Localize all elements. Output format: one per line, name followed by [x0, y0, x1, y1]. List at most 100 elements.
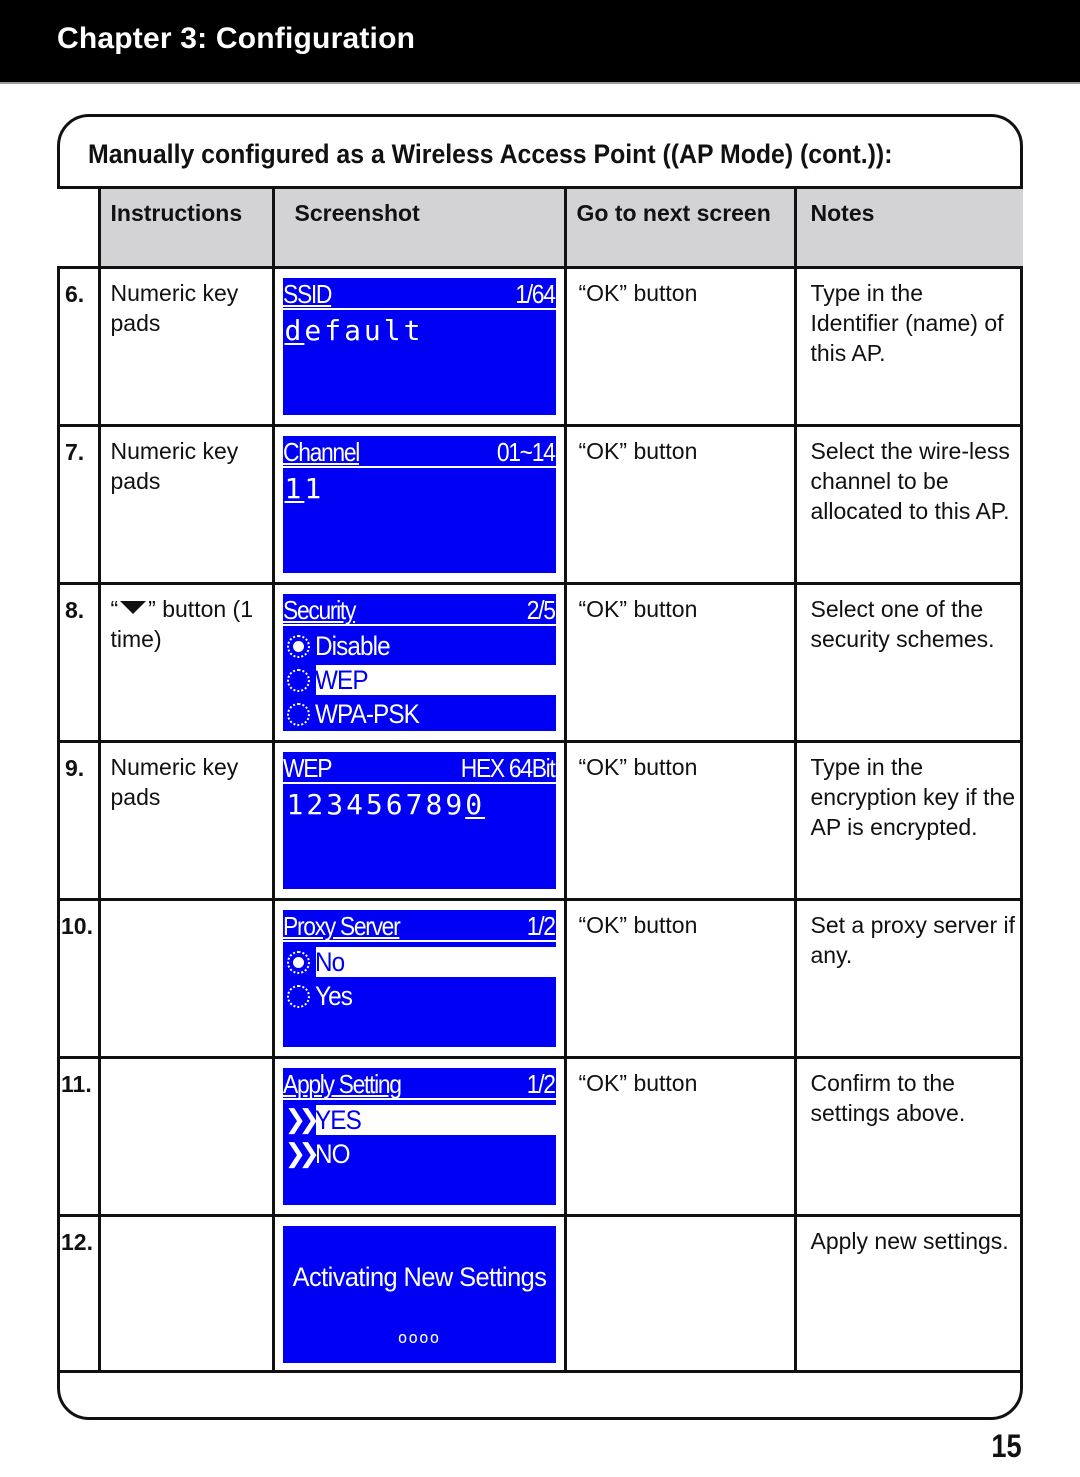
step-screenshot: SSID 1/64 default — [271, 266, 567, 427]
section-title: Manually configured as a Wireless Access… — [88, 139, 893, 169]
lcd-option-label: No — [314, 947, 345, 977]
table-header-row: Instructions Screenshot Go to next scree… — [57, 186, 1023, 269]
column-header-screenshot: Screenshot — [271, 186, 567, 269]
lcd-screen-wep: WEP HEX 64Bit 1234567890 — [282, 752, 556, 889]
column-header-notes: Notes — [793, 186, 1023, 269]
table-row: 7. Numeric key pads Channel 01~14 11 “OK… — [57, 424, 1023, 585]
steps-table: Instructions Screenshot Go to next scree… — [57, 186, 1023, 1373]
lcd-counter: 1/2 — [526, 1069, 556, 1099]
selection-highlight — [315, 947, 556, 977]
double-chevron-icon: ❯❯ — [284, 1139, 320, 1169]
step-number: 9. — [57, 740, 101, 901]
lcd-option-highlighted: ❯❯ YES — [283, 1104, 556, 1136]
lcd-input-value: default — [285, 316, 424, 346]
lcd-header: Apply Setting 1/2 — [282, 1068, 556, 1100]
lcd-value-text: 123456789 — [286, 788, 466, 821]
lcd-title: Proxy Server — [282, 911, 401, 941]
step-notes: Apply new settings. — [793, 1214, 1023, 1373]
radio-checked-icon — [286, 951, 310, 974]
lcd-title: Channel — [282, 437, 360, 467]
lcd-header: Proxy Server 1/2 — [282, 910, 556, 942]
radio-unchecked-icon — [286, 703, 310, 726]
lcd-option-label: Yes — [314, 981, 353, 1011]
step-number: 10. — [57, 898, 101, 1059]
lcd-input-value: 11 — [285, 474, 325, 504]
lcd-screen-proxy: Proxy Server 1/2 No Yes — [282, 910, 556, 1047]
step-number: 6. — [57, 266, 101, 427]
lcd-counter: 1/2 — [526, 911, 556, 941]
step-notes: Set a proxy server if any. — [793, 898, 1023, 1059]
lcd-title: SSID — [282, 279, 332, 309]
step-instructions: Numeric key pads — [97, 740, 275, 901]
lcd-option: Disable — [283, 630, 556, 662]
frame-footer-space — [60, 1377, 1020, 1417]
step-number: 7. — [57, 424, 101, 585]
step-number: 8. — [57, 582, 101, 743]
step-instructions — [97, 1056, 275, 1217]
chapter-header-bar: Chapter 3: Configuration — [0, 0, 1080, 84]
lcd-option-highlighted: No — [283, 946, 556, 978]
page-number: 15 — [991, 1428, 1022, 1464]
table-row: 6. Numeric key pads SSID 1/64 default “O… — [57, 266, 1023, 427]
lcd-header: SSID 1/64 — [282, 278, 556, 310]
lcd-range: 01~14 — [496, 437, 556, 467]
step-notes: Confirm to the settings above. — [793, 1056, 1023, 1217]
lcd-key-format: HEX 64Bit — [460, 753, 556, 783]
lcd-option-highlighted: WEP — [283, 664, 556, 696]
lcd-option-label: NO — [314, 1139, 351, 1169]
step-instructions — [97, 898, 275, 1059]
lcd-value-text: efault — [304, 314, 424, 347]
radio-checked-icon — [286, 635, 310, 658]
column-header-instructions: Instructions — [97, 186, 275, 269]
lcd-screen-activating: Activating New Settings oooo — [282, 1226, 556, 1363]
step-next-screen: “OK” button — [563, 898, 797, 1059]
lcd-message: Activating New Settings — [292, 1262, 546, 1292]
step-instructions: Numeric key pads — [97, 266, 275, 427]
lcd-cursor-char: 1 — [284, 472, 305, 505]
table-row: 11. Apply Setting 1/2 ❯❯ YES ❯❯ NO “OK” … — [57, 1056, 1023, 1217]
quote-open: “ — [110, 596, 119, 622]
lcd-counter: 2/5 — [526, 595, 556, 625]
step-next-screen: “OK” button — [563, 266, 797, 427]
step-instructions: “” button (1 time) — [97, 582, 275, 743]
lcd-option: Yes — [283, 980, 556, 1012]
step-next-screen: “OK” button — [563, 424, 797, 585]
column-header-number — [57, 186, 101, 269]
radio-unchecked-icon — [286, 985, 310, 1008]
step-screenshot: Activating New Settings oooo — [271, 1214, 567, 1373]
lcd-screen-ssid: SSID 1/64 default — [282, 278, 556, 415]
step-instructions: Numeric key pads — [97, 424, 275, 585]
lcd-input-value: 1234567890 — [287, 790, 486, 820]
step-screenshot: Security 2/5 Disable WEP WPA-PSK — [271, 582, 567, 743]
lcd-value-text: 1 — [304, 472, 325, 505]
step-instructions — [97, 1214, 275, 1373]
lcd-screen-apply-setting: Apply Setting 1/2 ❯❯ YES ❯❯ NO — [282, 1068, 556, 1205]
lcd-cursor-char: 0 — [465, 788, 486, 821]
lcd-screen-security: Security 2/5 Disable WEP WPA-PSK — [282, 594, 556, 731]
lcd-screen-channel: Channel 01~14 11 — [282, 436, 556, 573]
down-triangle-icon — [120, 601, 147, 614]
step-number: 11. — [57, 1056, 101, 1217]
lcd-title: Security — [282, 595, 356, 625]
step-notes: Type in the Identifier (name) of this AP… — [793, 266, 1023, 427]
lcd-title: WEP — [282, 753, 332, 783]
lcd-option-label: WEP — [314, 665, 369, 695]
table-row: 9. Numeric key pads WEP HEX 64Bit 123456… — [57, 740, 1023, 901]
lcd-title: Apply Setting — [282, 1069, 402, 1099]
radio-unchecked-icon — [286, 669, 310, 692]
lcd-option: ❯❯ NO — [283, 1138, 556, 1170]
lcd-counter: 1/64 — [515, 279, 555, 309]
step-screenshot: Apply Setting 1/2 ❯❯ YES ❯❯ NO — [271, 1056, 567, 1217]
step-screenshot: WEP HEX 64Bit 1234567890 — [271, 740, 567, 901]
table-row: 10. Proxy Server 1/2 No Yes “OK” button … — [57, 898, 1023, 1059]
chapter-title: Chapter 3: Configuration — [57, 22, 416, 55]
column-header-next-screen: Go to next screen — [563, 186, 797, 269]
step-notes: Type in the encryption key if the AP is … — [793, 740, 1023, 901]
table-row: 8. “” button (1 time) Security 2/5 Disab… — [57, 582, 1023, 743]
step-screenshot: Proxy Server 1/2 No Yes — [271, 898, 567, 1059]
table-row: 12. Activating New Settings oooo Apply n… — [57, 1214, 1023, 1373]
lcd-option-label: WPA-PSK — [314, 699, 420, 729]
step-screenshot: Channel 01~14 11 — [271, 424, 567, 585]
lcd-cursor-char: d — [284, 314, 305, 347]
lcd-header: Security 2/5 — [282, 594, 556, 626]
